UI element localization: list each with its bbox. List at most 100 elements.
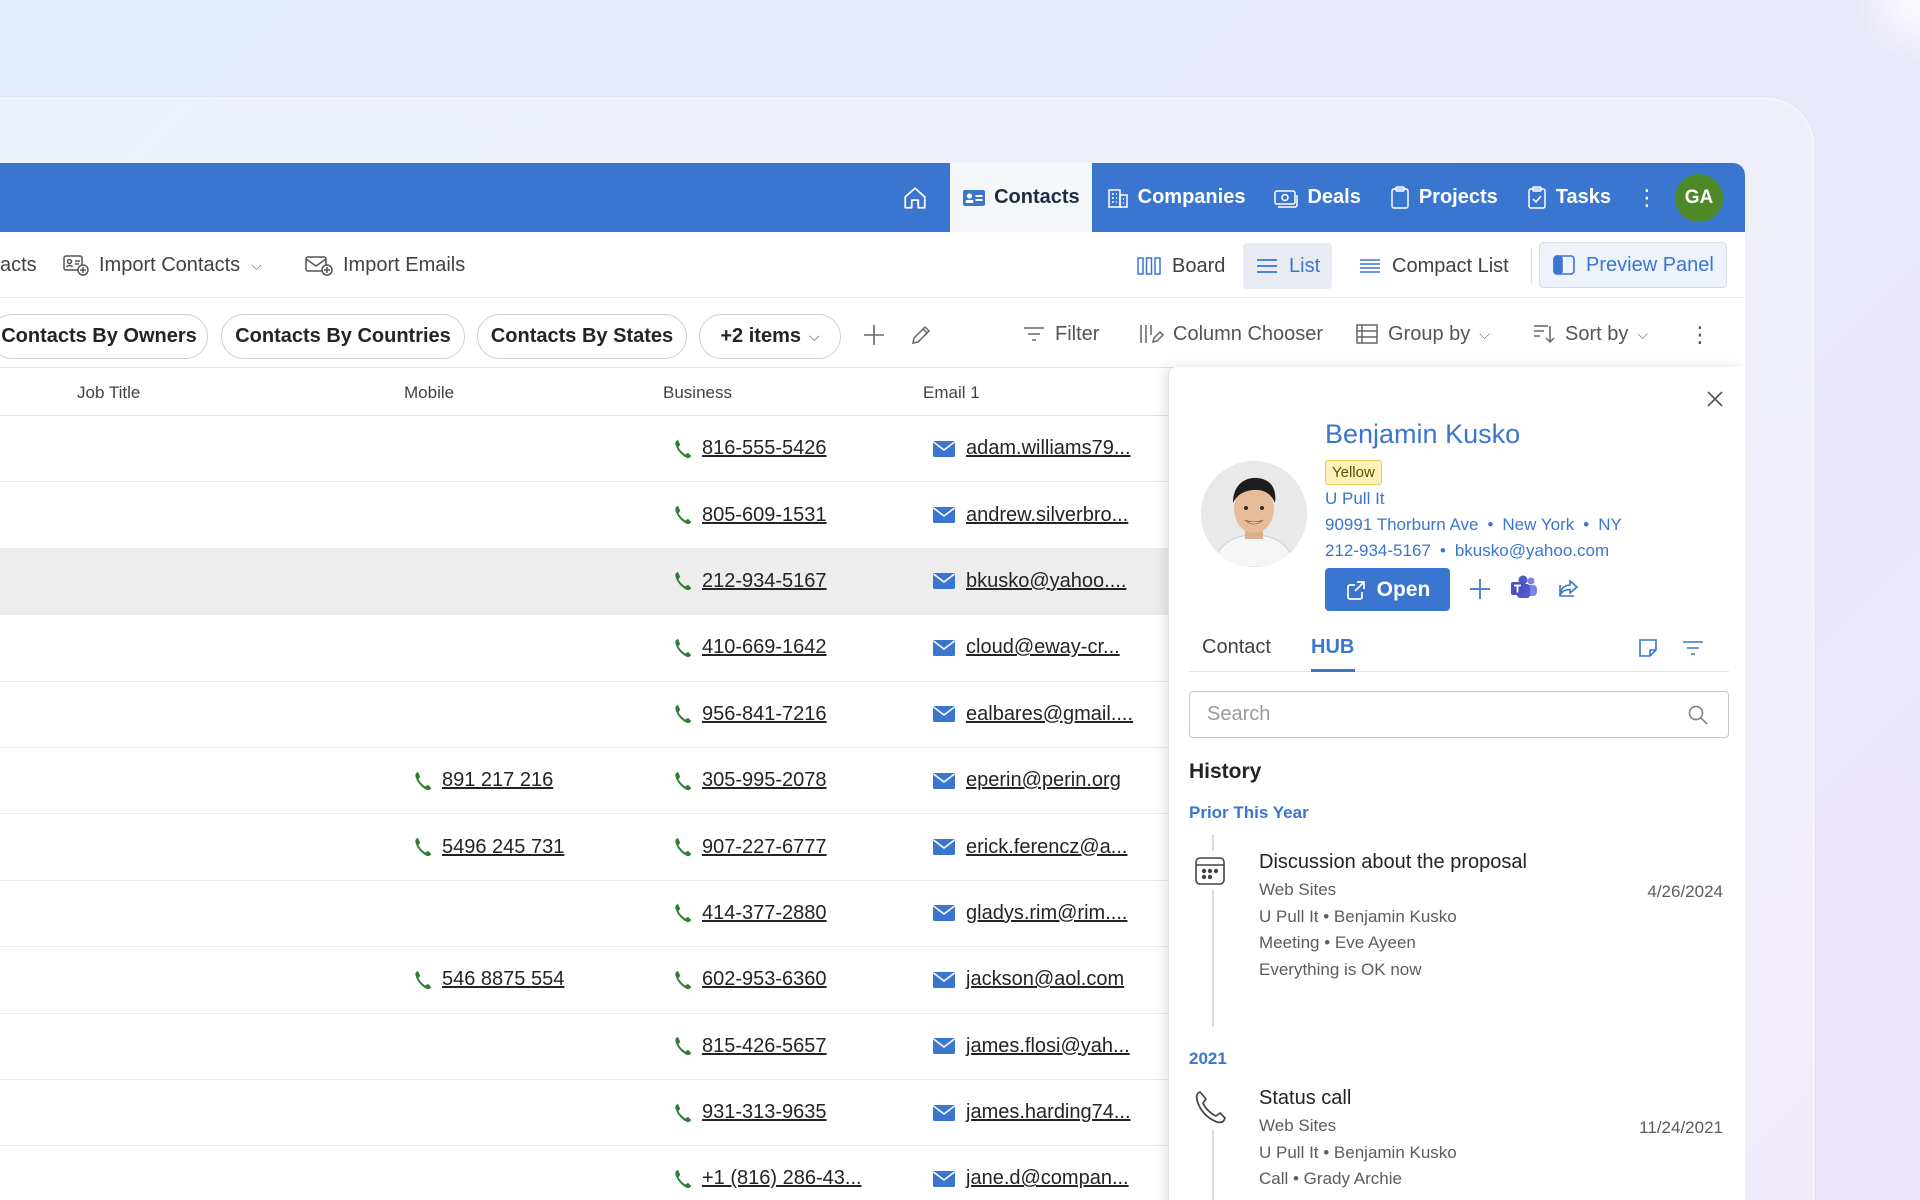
business-phone-link[interactable]: 956-841-7216 [702, 703, 827, 726]
nav-tab-deals[interactable]: Deals [1259, 163, 1374, 232]
list-view-button[interactable]: List [1243, 243, 1333, 289]
nav-tab-projects[interactable]: Projects [1375, 163, 1512, 232]
view-pill-contacts-by-countries[interactable]: Contacts By Countries [221, 314, 465, 359]
sort-by-button[interactable]: Sort by ⌵ [1532, 314, 1648, 354]
mail-icon [933, 507, 955, 524]
group-by-button[interactable]: Group by ⌵ [1355, 314, 1490, 354]
business-phone-link[interactable]: +1 (816) 286-43... [702, 1167, 862, 1190]
nav-tab-companies[interactable]: Companies [1092, 163, 1260, 232]
table-row[interactable]: 410-669-1642 cloud@eway-cr... [0, 615, 1170, 682]
email-link[interactable]: cloud@eway-cr... [966, 636, 1120, 659]
home-button[interactable] [888, 163, 942, 232]
tab-hub[interactable]: HUB [1311, 636, 1354, 659]
timeline-line [1212, 889, 1214, 1027]
contact-name-link[interactable]: Benjamin Kusko [1325, 419, 1520, 450]
hub-filter-button[interactable] [1679, 634, 1707, 662]
add-related-button[interactable] [1466, 575, 1494, 603]
import-emails-button[interactable]: Import Emails [304, 246, 465, 284]
email-link[interactable]: adam.williams79... [966, 437, 1131, 460]
import-contacts-button[interactable]: Import Contacts ⌵ [62, 246, 262, 284]
nav-tab-tasks[interactable]: Tasks [1512, 163, 1625, 232]
contact-company-link[interactable]: U Pull It [1325, 489, 1385, 509]
email-link[interactable]: james.harding74... [966, 1101, 1131, 1124]
table-row[interactable]: 891 217 216 305-995-2078 eperin@perin.org [0, 748, 1170, 815]
business-phone-link[interactable]: 305-995-2078 [702, 769, 827, 792]
business-phone-link[interactable]: 414-377-2880 [702, 902, 827, 925]
nav-tab-contacts[interactable]: Contacts [950, 163, 1092, 232]
view-pill-contacts-by-states[interactable]: Contacts By States [477, 314, 687, 359]
business-phone-link[interactable]: 805-609-1531 [702, 504, 827, 527]
close-panel-button[interactable] [1705, 389, 1725, 414]
table-row[interactable]: 956-841-7216 ealbares@gmail.... [0, 682, 1170, 748]
user-avatar[interactable]: GA [1675, 173, 1723, 222]
open-label: Open [1376, 577, 1431, 601]
history-event-title[interactable]: Discussion about the proposal [1259, 851, 1527, 874]
contact-email-link[interactable]: bkusko@yahoo.com [1455, 541, 1609, 560]
teams-button[interactable] [1508, 573, 1540, 603]
column-header-mobile[interactable]: Mobile [404, 383, 454, 403]
column-header-job-title[interactable]: Job Title [77, 383, 140, 403]
separator-dot: • [1487, 515, 1494, 534]
email-link[interactable]: andrew.silverbro... [966, 504, 1128, 527]
table-row[interactable]: 546 8875 554 602-953-6360 jackson@aol.com [0, 947, 1170, 1014]
business-phone-link[interactable]: 931-313-9635 [702, 1101, 827, 1124]
edit-view-button[interactable] [906, 320, 936, 350]
add-view-button[interactable] [860, 320, 888, 350]
views-more-button[interactable]: ⋮ [1689, 320, 1711, 350]
mobile-phone-link[interactable]: 546 8875 554 [442, 968, 564, 991]
import-emails-icon [305, 256, 333, 276]
contact-phone-link[interactable]: 212-934-5167 [1325, 541, 1431, 560]
truncated-toolbar-button[interactable]: acts [0, 246, 37, 284]
column-header-business[interactable]: Business [663, 383, 732, 403]
email-link[interactable]: ealbares@gmail.... [966, 703, 1133, 726]
compact-list-view-button[interactable]: Compact List [1346, 243, 1521, 289]
table-row[interactable]: 5496 245 731 907-227-6777 erick.ferencz@a.… [0, 814, 1170, 881]
business-phone-link[interactable]: 212-934-5167 [702, 570, 827, 593]
business-phone-link[interactable]: 602-953-6360 [702, 968, 827, 991]
filter-button[interactable]: Filter [1022, 314, 1099, 354]
view-pill-contacts-by-owners[interactable]: Contacts By Owners [0, 314, 208, 359]
business-phone-link[interactable]: 815-426-5657 [702, 1035, 827, 1058]
plus-icon [1470, 579, 1490, 599]
mobile-phone-link[interactable]: 5496 245 731 [442, 836, 564, 859]
board-label: Board [1172, 254, 1226, 277]
business-phone-link[interactable]: 907-227-6777 [702, 836, 827, 859]
business-phone-link[interactable]: 816-555-5426 [702, 437, 827, 460]
email-link[interactable]: jane.d@compan... [966, 1167, 1129, 1190]
table-row[interactable]: 931-313-9635 james.harding74... [0, 1080, 1170, 1147]
mobile-phone-link[interactable]: 891 217 216 [442, 769, 553, 792]
email-link[interactable]: erick.ferencz@a... [966, 836, 1127, 859]
column-header-email[interactable]: Email 1 [923, 383, 980, 403]
compact-list-label: Compact List [1392, 254, 1509, 277]
table-row[interactable]: +1 (816) 286-43... jane.d@compan... [0, 1146, 1170, 1200]
email-link[interactable]: james.flosi@yah... [966, 1035, 1130, 1058]
share-button[interactable] [1554, 575, 1582, 603]
board-view-button[interactable]: Board [1124, 243, 1237, 289]
more-views-dropdown[interactable]: +2 items ⌵ [699, 314, 841, 359]
filter-icon [1683, 641, 1703, 655]
column-chooser-button[interactable]: Column Chooser [1138, 314, 1323, 354]
phone-icon [675, 572, 691, 591]
hub-search-input[interactable] [1189, 691, 1729, 738]
email-link[interactable]: gladys.rim@rim.... [966, 902, 1127, 925]
money-icon [1274, 189, 1299, 208]
open-contact-button[interactable]: Open [1325, 568, 1450, 611]
table-row[interactable]: 212-934-5167 bkusko@yahoo.... [0, 548, 1170, 616]
table-row[interactable]: 805-609-1531 andrew.silverbro... [0, 482, 1170, 549]
table-row[interactable]: 414-377-2880 gladys.rim@rim.... [0, 881, 1170, 948]
calendar-icon [1193, 854, 1227, 893]
history-group-label[interactable]: 2021 [1189, 1049, 1227, 1069]
email-link[interactable]: jackson@aol.com [966, 968, 1124, 991]
add-note-button[interactable] [1634, 634, 1662, 662]
table-row[interactable]: 815-426-5657 james.flosi@yah... [0, 1014, 1170, 1080]
history-event-title[interactable]: Status call [1259, 1087, 1351, 1110]
preview-panel-toggle[interactable]: Preview Panel [1539, 242, 1727, 288]
email-link[interactable]: eperin@perin.org [966, 769, 1121, 792]
tab-contact[interactable]: Contact [1202, 636, 1271, 659]
nav-more-button[interactable]: ⋮ [1625, 163, 1669, 232]
table-row[interactable]: 816-555-5426 adam.williams79... [0, 416, 1170, 483]
crm-app-window: Contacts Companies Deals Projects Tasks … [0, 163, 1745, 1200]
history-group-label[interactable]: Prior This Year [1189, 803, 1309, 823]
email-link[interactable]: bkusko@yahoo.... [966, 570, 1126, 593]
business-phone-link[interactable]: 410-669-1642 [702, 636, 827, 659]
